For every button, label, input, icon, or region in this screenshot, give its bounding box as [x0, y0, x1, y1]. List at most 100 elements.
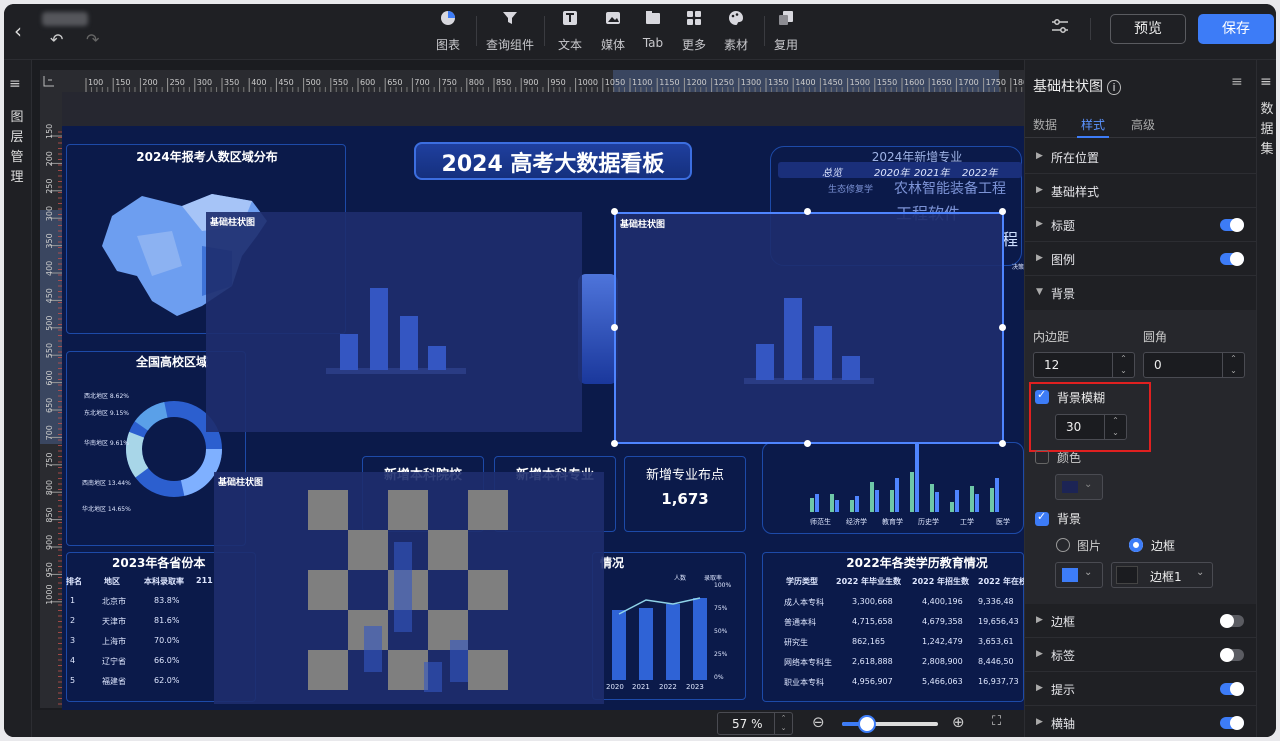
- info-icon[interactable]: i: [1107, 80, 1121, 95]
- x-axis-toggle[interactable]: [1220, 716, 1244, 730]
- bar: [935, 492, 939, 512]
- menu-icon[interactable]: ≡: [9, 76, 21, 92]
- new-major-tab-0[interactable]: 总览: [822, 164, 842, 179]
- bar-widget-1[interactable]: 基础柱状图: [206, 212, 582, 432]
- edu-cell: 3,300,668: [852, 597, 893, 606]
- province-cell: 天津市: [102, 617, 126, 626]
- section-position[interactable]: ▶ 所在位置: [1025, 140, 1257, 174]
- resize-handle-b[interactable]: [804, 440, 811, 447]
- legend-toggle[interactable]: [1220, 252, 1244, 266]
- bg-border-radio[interactable]: [1129, 538, 1143, 552]
- section-legend[interactable]: ▶ 图例: [1025, 242, 1257, 276]
- rail-menu-icon[interactable]: ≡: [1260, 74, 1272, 90]
- checker-tile: [428, 530, 468, 570]
- resize-handle-tl[interactable]: [611, 208, 618, 215]
- ruler-label: 500: [45, 316, 54, 331]
- tool-chart[interactable]: 图表: [418, 10, 478, 53]
- section-tooltip[interactable]: ▶ 提示: [1025, 672, 1257, 706]
- edu-cell: 网络本专科生: [784, 658, 832, 667]
- resize-handle-l[interactable]: [611, 324, 618, 331]
- zoom-out-icon[interactable]: ⊖: [812, 713, 825, 731]
- tool-media-label: 媒体: [600, 38, 625, 52]
- ruler-label: 350: [224, 78, 239, 87]
- color-checkbox[interactable]: [1035, 450, 1049, 464]
- bar: [915, 444, 919, 512]
- ruler-label: 200: [45, 151, 54, 166]
- bar: [995, 478, 999, 512]
- trend-bar: [666, 604, 680, 680]
- tool-query[interactable]: 查询组件: [480, 10, 540, 53]
- new-major-tab-3[interactable]: 2022年: [962, 164, 997, 179]
- section-border[interactable]: ▶ 边框: [1025, 604, 1257, 638]
- undo-icon[interactable]: ↶: [50, 30, 63, 49]
- ruler-label: 400: [251, 78, 266, 87]
- color-picker[interactable]: ⌄: [1055, 474, 1103, 500]
- trend-year-0: 2020: [606, 683, 624, 691]
- redo-icon[interactable]: ↷: [86, 30, 99, 49]
- edu-cell: 1,242,479: [922, 637, 963, 646]
- tab-data[interactable]: 数据: [1033, 116, 1057, 133]
- bar-widget-3[interactable]: 基础柱状图: [214, 472, 604, 704]
- radius-input[interactable]: 0 ⌃ ⌄: [1143, 352, 1245, 378]
- tool-text-label: 文本: [557, 38, 582, 52]
- checker-tile: [468, 490, 508, 530]
- layers-panel-toggle[interactable]: 图层管理: [10, 108, 24, 188]
- checker-tile: [348, 530, 388, 570]
- section-x-axis[interactable]: ▶ 横轴: [1025, 706, 1257, 737]
- tab-advanced[interactable]: 高级: [1131, 116, 1155, 133]
- bar: [870, 482, 874, 512]
- edu-cell: 4,400,196: [922, 597, 963, 606]
- province-cell: 上海市: [102, 637, 126, 646]
- preview-button[interactable]: 预览: [1110, 14, 1186, 44]
- section-label[interactable]: ▶ 标签: [1025, 638, 1257, 672]
- horizontal-ruler: 100 150 200 250 300 350 400 450 500 550 600 650 700 7…: [58, 70, 1024, 92]
- ruler-label: 1750: [986, 78, 1006, 87]
- section-title[interactable]: ▶ 标题: [1025, 208, 1257, 242]
- resize-handle-t[interactable]: [804, 208, 811, 215]
- color-label: 颜色: [1057, 451, 1082, 465]
- label-toggle[interactable]: [1220, 648, 1244, 662]
- bg-color-picker[interactable]: ⌄: [1055, 562, 1103, 588]
- tool-reuse[interactable]: 复用: [756, 10, 816, 53]
- resize-handle-r[interactable]: [999, 324, 1006, 331]
- dataset-panel-toggle[interactable]: 数据集: [1260, 100, 1274, 160]
- new-major-tab-2[interactable]: 2021年: [914, 164, 949, 179]
- province-h1: 地区: [104, 577, 120, 586]
- resize-handle-bl[interactable]: [611, 440, 618, 447]
- bg-image-radio[interactable]: [1056, 538, 1070, 552]
- bg-checkbox[interactable]: [1035, 510, 1049, 526]
- tool-chart-label: 图表: [435, 38, 460, 52]
- ruler-label: 300: [45, 206, 54, 221]
- collapse-panel-icon[interactable]: ≡: [1231, 74, 1243, 90]
- blur-input[interactable]: 30 ⌃ ⌄: [1055, 414, 1127, 440]
- province-cell: 2: [70, 616, 76, 625]
- tab-style[interactable]: 样式: [1081, 116, 1105, 133]
- zoom-input[interactable]: 57 % ⌃ ⌄: [717, 712, 793, 735]
- edu-cell: 成人本专科: [784, 598, 824, 607]
- province-cell: 辽宁省: [102, 657, 126, 666]
- bar-widget-2-selected[interactable]: 基础柱状图: [614, 212, 1004, 444]
- bar: [875, 490, 879, 512]
- fit-screen-icon[interactable]: ⛶: [992, 714, 1001, 729]
- settings-sliders-icon[interactable]: [1051, 18, 1069, 38]
- resize-handle-tr[interactable]: [999, 208, 1006, 215]
- border-style-select[interactable]: 边框1 ⌄: [1111, 562, 1213, 588]
- new-major-tab-1[interactable]: 2020年: [874, 164, 909, 179]
- ruler-label: 650: [387, 78, 402, 87]
- section-background[interactable]: ▼ 背景: [1025, 276, 1257, 310]
- border-toggle[interactable]: [1220, 614, 1244, 628]
- ruler-label: 1000: [45, 584, 54, 604]
- section-basic-style[interactable]: ▶ 基础样式: [1025, 174, 1257, 208]
- title-toggle[interactable]: [1220, 218, 1244, 232]
- donut-legend-1: 西北地区 8.62%: [84, 393, 129, 400]
- save-button[interactable]: 保存: [1198, 14, 1274, 44]
- zoom-in-icon[interactable]: ⊕: [952, 713, 965, 731]
- back-icon[interactable]: ‹: [14, 19, 22, 43]
- zoom-slider-thumb[interactable]: [858, 715, 876, 733]
- tool-reuse-label: 复用: [773, 38, 798, 52]
- padding-input[interactable]: 12 ⌃ ⌄: [1033, 352, 1135, 378]
- blur-checkbox[interactable]: [1035, 388, 1049, 404]
- resize-handle-br[interactable]: [999, 440, 1006, 447]
- left-rail: ≡ 图层管理: [4, 60, 32, 737]
- tooltip-toggle[interactable]: [1220, 682, 1244, 696]
